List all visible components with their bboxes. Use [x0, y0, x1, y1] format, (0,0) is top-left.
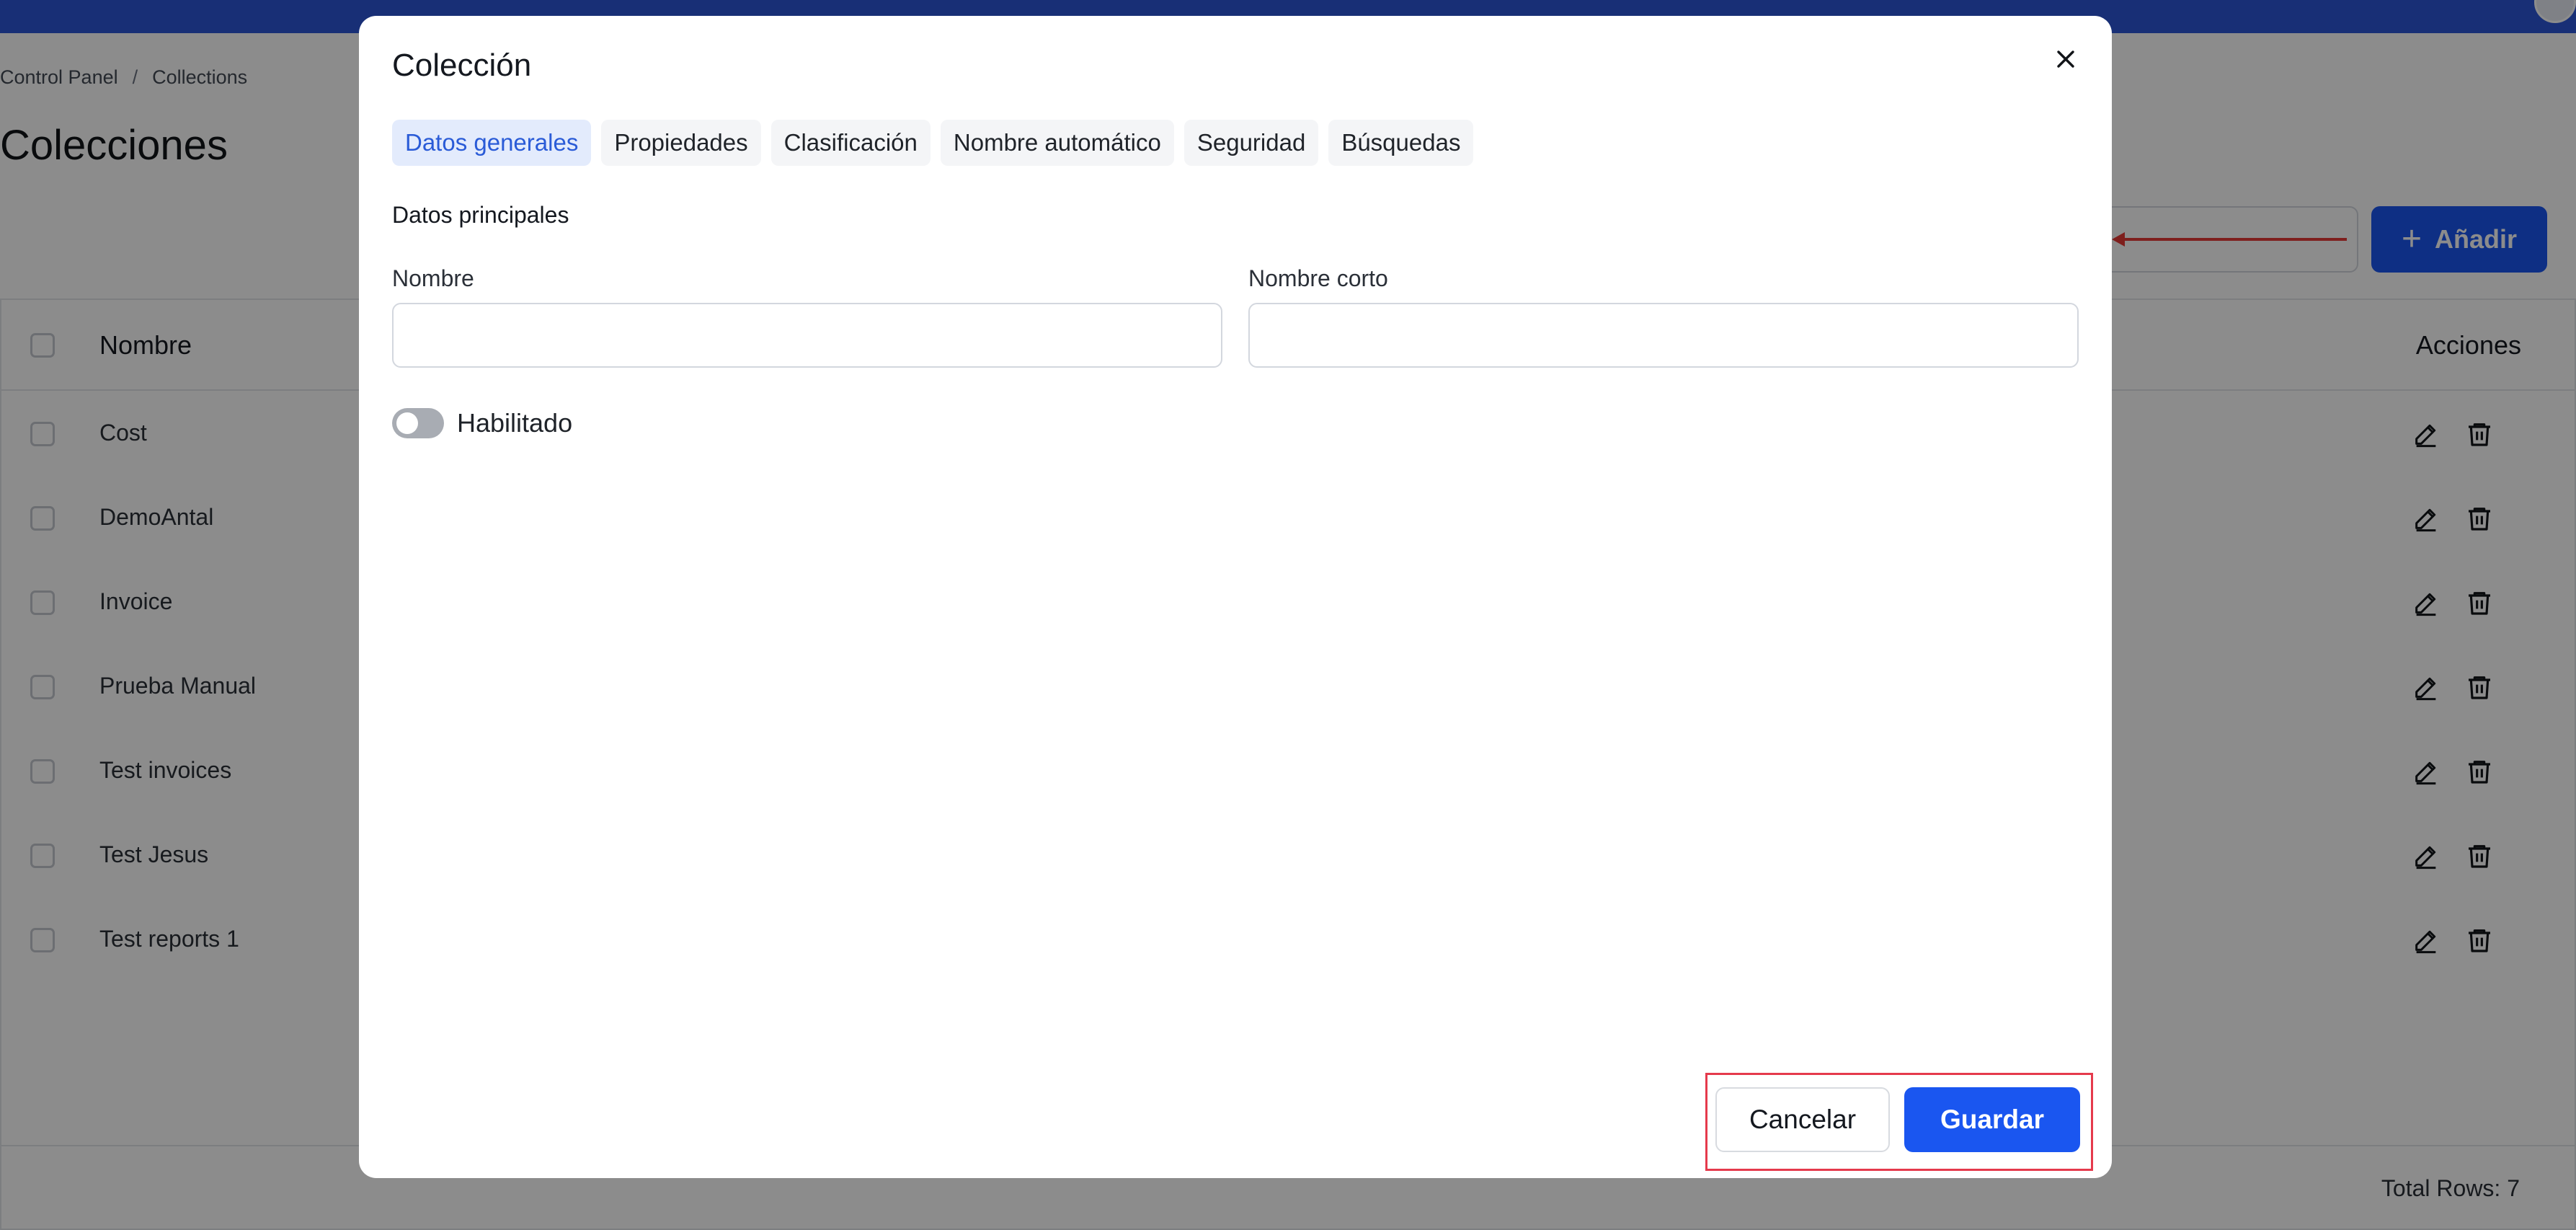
collection-modal: Colección Datos generales Propiedades Cl… [359, 16, 2112, 1178]
nombre-corto-label: Nombre corto [1248, 265, 1388, 291]
tab-propiedades[interactable]: Propiedades [601, 120, 761, 166]
close-icon [2057, 50, 2074, 68]
close-button[interactable] [2048, 42, 2083, 76]
modal-title: Colección [392, 48, 532, 83]
section-title: Datos principales [392, 202, 569, 228]
tab-datos-generales[interactable]: Datos generales [392, 120, 592, 166]
nombre-input[interactable] [392, 303, 1222, 368]
tab-clasificacion[interactable]: Clasificación [770, 120, 931, 166]
save-button[interactable]: Guardar [1904, 1087, 2080, 1152]
tab-nombre-automatico[interactable]: Nombre automático [940, 120, 1174, 166]
cancel-button[interactable]: Cancelar [1715, 1087, 1890, 1152]
modal-tabs: Datos generales Propiedades Clasificació… [392, 120, 1474, 166]
tab-seguridad[interactable]: Seguridad [1183, 120, 1319, 166]
nombre-corto-input[interactable] [1248, 303, 2079, 368]
habilitado-toggle[interactable] [392, 408, 444, 438]
tab-busquedas[interactable]: Búsquedas [1328, 120, 1474, 166]
nombre-label: Nombre [392, 265, 474, 291]
habilitado-toggle-group: Habilitado [392, 408, 572, 438]
habilitado-label: Habilitado [457, 408, 573, 438]
